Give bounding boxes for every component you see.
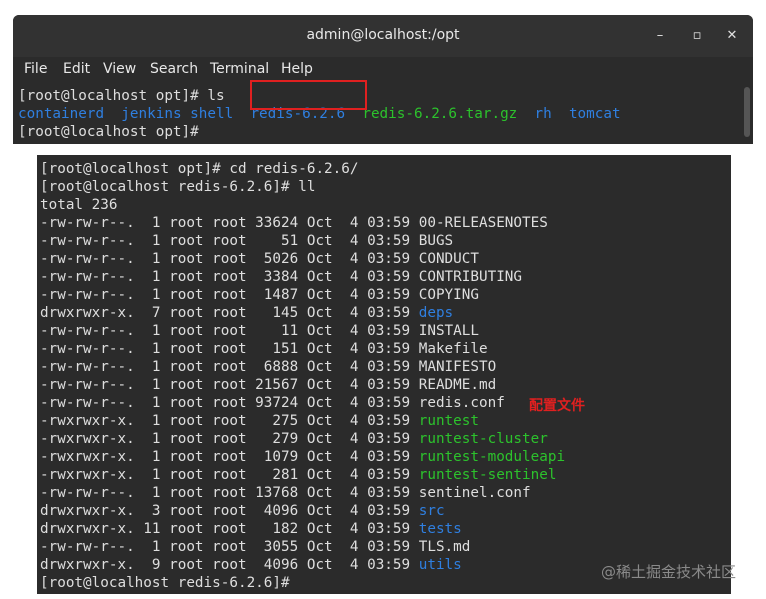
file-name: BUGS [418, 233, 454, 249]
file-name: Makefile [418, 341, 488, 357]
file-attributes: -rw-rw-r--. 1 root root 3055 Oct 4 03:59 [40, 539, 419, 555]
file-attributes: -rw-rw-r--. 1 root root 151 Oct 4 03:59 [40, 341, 419, 357]
file-attributes: -rw-rw-r--. 1 root root 33624 Oct 4 03:5… [40, 215, 419, 231]
table-row: drwxrwxr-x. 7 root root 145 Oct 4 03:59 … [40, 304, 453, 322]
terminal-output-top[interactable]: [root@localhost opt]# ls containerd jenk… [13, 87, 737, 144]
menu-edit[interactable]: Edit [63, 61, 90, 77]
table-row: -rw-rw-r--. 1 root root 33624 Oct 4 03:5… [40, 214, 548, 232]
table-row: -rwxrwxr-x. 1 root root 1079 Oct 4 03:59… [40, 448, 565, 466]
table-row: -rw-rw-r--. 1 root root 51 Oct 4 03:59 B… [40, 232, 453, 250]
file-attributes: -rwxrwxr-x. 1 root root 279 Oct 4 03:59 [40, 431, 419, 447]
file-name: CONTRIBUTING [418, 269, 523, 285]
file-attributes: -rwxrwxr-x. 1 root root 1079 Oct 4 03:59 [40, 449, 419, 465]
file-name: sentinel.conf [418, 485, 531, 501]
scroll-thumb[interactable] [744, 87, 750, 137]
menu-bar: File Edit View Search Terminal Help [13, 57, 753, 83]
file-name: TLS.md [418, 539, 471, 555]
file-name: COPYING [418, 287, 479, 303]
file-attributes: -rw-rw-r--. 1 root root 1487 Oct 4 03:59 [40, 287, 419, 303]
terminal-prompt: [root@localhost opt]# [18, 124, 199, 140]
table-row: -rwxrwxr-x. 1 root root 275 Oct 4 03:59 … [40, 412, 479, 430]
table-row: -rw-rw-r--. 1 root root 11 Oct 4 03:59 I… [40, 322, 479, 340]
file-attributes: -rw-rw-r--. 1 root root 5026 Oct 4 03:59 [40, 251, 419, 267]
file-attributes: drwxrwxr-x. 9 root root 4096 Oct 4 03:59 [40, 557, 419, 573]
table-row: drwxrwxr-x. 11 root root 182 Oct 4 03:59… [40, 520, 462, 538]
terminal-window-top: admin@localhost:/opt – ▫ ✕ File Edit Vie… [13, 15, 753, 144]
table-row: -rw-rw-r--. 1 root root 3384 Oct 4 03:59… [40, 268, 522, 286]
maximize-icon[interactable]: ▫ [688, 27, 706, 45]
file-name: runtest-moduleapi [418, 449, 566, 465]
menu-file[interactable]: File [24, 61, 47, 77]
table-row: -rw-rw-r--. 1 root root 93724 Oct 4 03:5… [40, 394, 505, 412]
file-attributes: -rw-rw-r--. 1 root root 3384 Oct 4 03:59 [40, 269, 419, 285]
file-name: src [418, 503, 445, 519]
file-name: runtest-sentinel [418, 467, 557, 483]
window-title: admin@localhost:/opt [306, 27, 460, 43]
file-attributes: drwxrwxr-x. 3 root root 4096 Oct 4 03:59 [40, 503, 419, 519]
table-row: -rw-rw-r--. 1 root root 1487 Oct 4 03:59… [40, 286, 479, 304]
file-name: INSTALL [418, 323, 479, 339]
menu-terminal[interactable]: Terminal [210, 61, 269, 77]
menu-help[interactable]: Help [281, 61, 313, 77]
table-row: -rw-rw-r--. 1 root root 3055 Oct 4 03:59… [40, 538, 470, 556]
ls-entry-shell: shell [190, 106, 234, 122]
ls-entry-tomcat: tomcat [568, 106, 621, 122]
file-name: tests [418, 521, 462, 537]
file-name: CONDUCT [418, 251, 479, 267]
minimize-icon[interactable]: – [651, 27, 669, 45]
table-row: -rw-rw-r--. 1 root root 13768 Oct 4 03:5… [40, 484, 531, 502]
terminal-line: [root@localhost opt]# ls [18, 88, 225, 104]
title-bar: admin@localhost:/opt – ▫ ✕ [13, 15, 753, 57]
file-attributes: drwxrwxr-x. 7 root root 145 Oct 4 03:59 [40, 305, 419, 321]
table-row: -rwxrwxr-x. 1 root root 279 Oct 4 03:59 … [40, 430, 548, 448]
config-file-annotation: 配置文件 [529, 398, 585, 414]
file-attributes: -rw-rw-r--. 1 root root 51 Oct 4 03:59 [40, 233, 419, 249]
table-row: -rw-rw-r--. 1 root root 5026 Oct 4 03:59… [40, 250, 479, 268]
file-name: runtest-cluster [418, 431, 548, 447]
table-row: -rw-rw-r--. 1 root root 21567 Oct 4 03:5… [40, 376, 496, 394]
table-row: -rw-rw-r--. 1 root root 151 Oct 4 03:59 … [40, 340, 488, 358]
scrollbar[interactable] [739, 83, 753, 144]
menu-search[interactable]: Search [150, 61, 198, 77]
ls-entry-containerd: containerd [18, 106, 105, 122]
table-row: -rw-rw-r--. 1 root root 6888 Oct 4 03:59… [40, 358, 496, 376]
menu-view[interactable]: View [103, 61, 136, 77]
close-icon[interactable]: ✕ [723, 27, 741, 45]
file-attributes: -rwxrwxr-x. 1 root root 281 Oct 4 03:59 [40, 467, 419, 483]
file-attributes: -rw-rw-r--. 1 root root 21567 Oct 4 03:5… [40, 377, 419, 393]
file-attributes: -rw-rw-r--. 1 root root 93724 Oct 4 03:5… [40, 395, 419, 411]
file-attributes: drwxrwxr-x. 11 root root 182 Oct 4 03:59 [40, 521, 419, 537]
table-row: -rwxrwxr-x. 1 root root 281 Oct 4 03:59 … [40, 466, 556, 484]
terminal-line: [root@localhost opt]# cd redis-6.2.6/ [40, 161, 359, 177]
terminal-prompt: [root@localhost redis-6.2.6]# [40, 575, 290, 591]
file-attributes: -rw-rw-r--. 1 root root 13768 Oct 4 03:5… [40, 485, 419, 501]
ls-entry-jenkins: jenkins [121, 106, 182, 122]
file-name: README.md [418, 377, 497, 393]
file-name: redis.conf [418, 395, 505, 411]
total-line: total 236 [40, 197, 118, 213]
ls-entry-redis-tarball: redis-6.2.6.tar.gz [362, 106, 518, 122]
watermark: @稀土掘金技术社区 [601, 563, 737, 581]
file-name: 00-RELEASENOTES [418, 215, 548, 231]
ls-entry-rh: rh [534, 106, 552, 122]
file-attributes: -rw-rw-r--. 1 root root 11 Oct 4 03:59 [40, 323, 419, 339]
highlight-box [250, 80, 367, 110]
file-name: utils [418, 557, 462, 573]
terminal-line: [root@localhost redis-6.2.6]# ll [40, 179, 316, 195]
table-row: drwxrwxr-x. 9 root root 4096 Oct 4 03:59… [40, 556, 462, 574]
file-attributes: -rw-rw-r--. 1 root root 6888 Oct 4 03:59 [40, 359, 419, 375]
file-attributes: -rwxrwxr-x. 1 root root 275 Oct 4 03:59 [40, 413, 419, 429]
terminal-output-bottom[interactable]: [root@localhost opt]# cd redis-6.2.6/ [r… [37, 155, 731, 594]
file-name: MANIFESTO [418, 359, 497, 375]
file-name: runtest [418, 413, 479, 429]
file-name: deps [418, 305, 454, 321]
table-row: drwxrwxr-x. 3 root root 4096 Oct 4 03:59… [40, 502, 445, 520]
